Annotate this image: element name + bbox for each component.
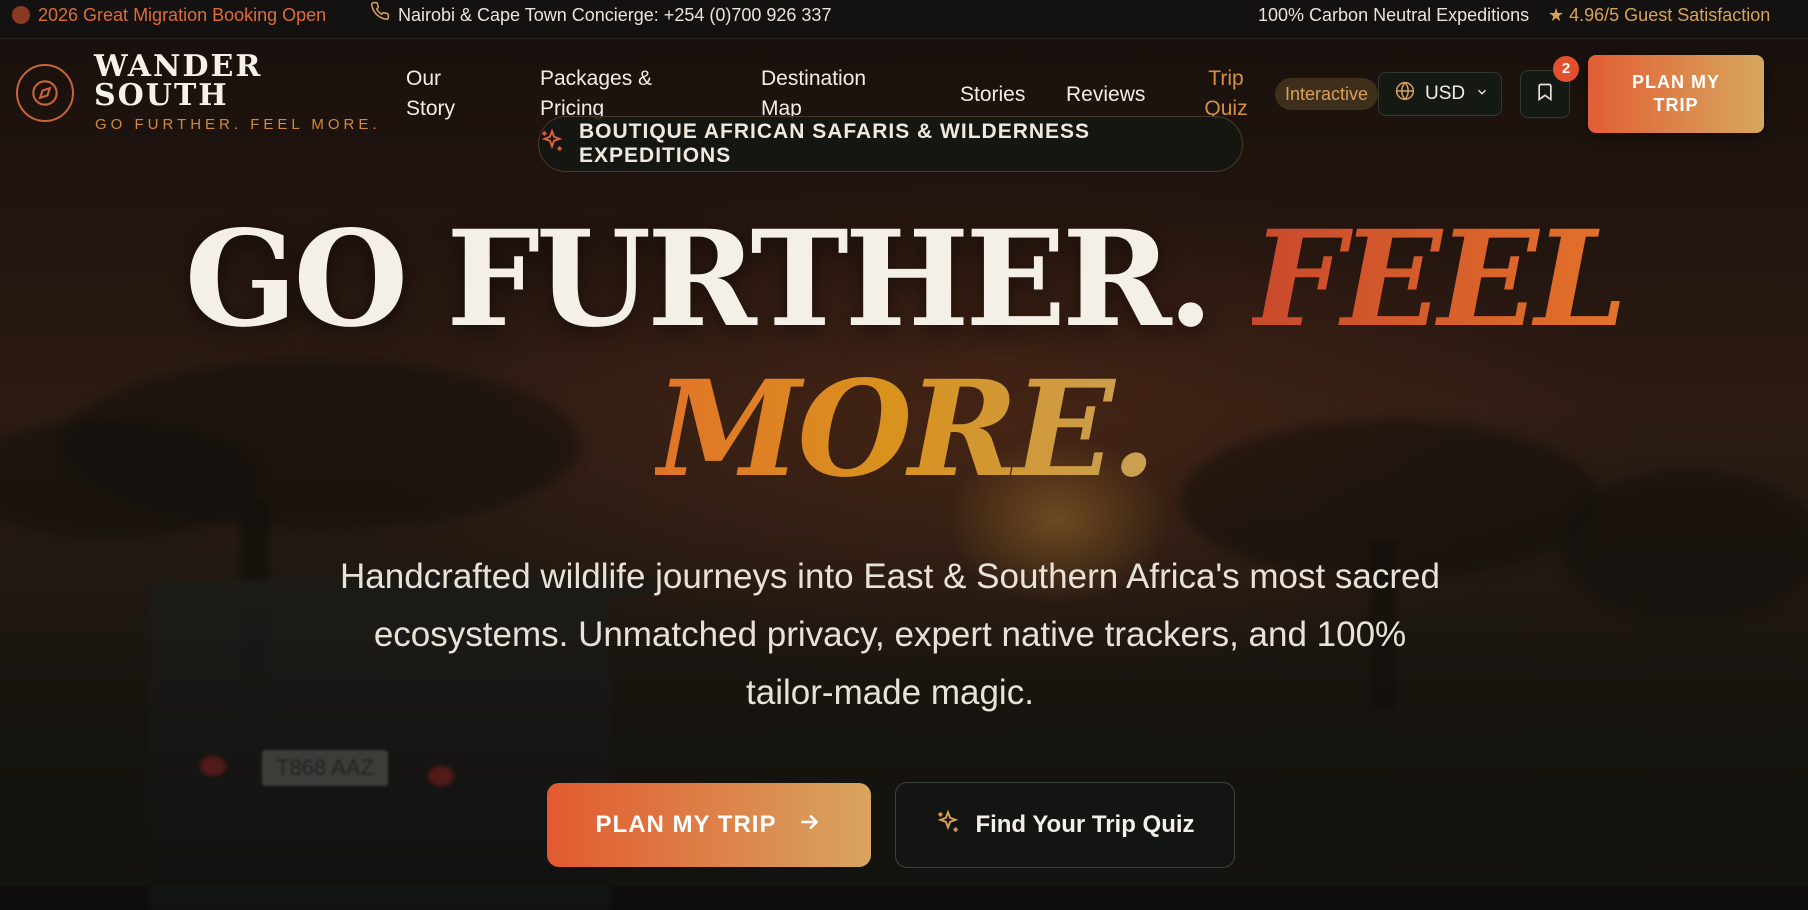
plan-my-trip-header-button[interactable]: PLAN MY TRIP bbox=[1588, 55, 1764, 133]
brand-tagline: GO FURTHER. FEEL MORE. bbox=[95, 116, 381, 133]
status-dot-icon bbox=[12, 6, 30, 24]
hero-eyebrow-pill: BOUTIQUE AFRICAN SAFARIS & WILDERNESS EX… bbox=[538, 116, 1243, 172]
saved-count-badge: 2 bbox=[1553, 56, 1579, 82]
plan-my-trip-header-label: PLAN MY TRIP bbox=[1632, 72, 1720, 115]
chevron-down-icon bbox=[1475, 83, 1489, 105]
bookmark-icon bbox=[1535, 81, 1555, 108]
headline-part-1: GO FURTHER. bbox=[184, 202, 1214, 357]
brand-name[interactable]: WANDER SOUTH bbox=[94, 52, 294, 111]
compass-icon[interactable] bbox=[16, 64, 74, 122]
sparkle-icon bbox=[539, 128, 565, 160]
nav-packages-pricing[interactable]: Packages & Pricing bbox=[540, 64, 680, 124]
hero-headline: GO FURTHER. FEEL MORE. bbox=[0, 205, 1808, 505]
guest-rating: ★ 4.96/5 Guest Satisfaction bbox=[1548, 0, 1770, 30]
arrow-right-icon bbox=[796, 809, 822, 842]
nav-stories[interactable]: Stories bbox=[960, 80, 1025, 110]
plan-my-trip-label: PLAN MY TRIP bbox=[595, 811, 777, 838]
find-trip-quiz-button[interactable]: Find Your Trip Quiz bbox=[895, 782, 1235, 868]
hero-eyebrow-text: BOUTIQUE AFRICAN SAFARIS & WILDERNESS EX… bbox=[579, 120, 1091, 167]
nav-our-story[interactable]: Our Story bbox=[406, 64, 486, 124]
sparkle-icon bbox=[935, 808, 961, 842]
concierge-phone[interactable]: Nairobi & Cape Town Concierge: +254 (0)7… bbox=[370, 0, 831, 30]
globe-icon bbox=[1395, 81, 1415, 107]
find-trip-quiz-label: Find Your Trip Quiz bbox=[975, 811, 1195, 838]
carbon-neutral-text: 100% Carbon Neutral Expeditions bbox=[1258, 5, 1530, 25]
announcement-bar: 2026 Great Migration Booking Open Nairob… bbox=[0, 0, 1808, 39]
booking-promo[interactable]: 2026 Great Migration Booking Open bbox=[12, 0, 326, 30]
phone-icon bbox=[370, 0, 390, 30]
nav-trip-quiz[interactable]: Trip Quiz bbox=[1196, 64, 1256, 124]
hero-subtitle: Handcrafted wildlife journeys into East … bbox=[340, 557, 1440, 712]
guest-rating-text: ★ 4.96/5 Guest Satisfaction bbox=[1548, 5, 1771, 25]
booking-promo-text: 2026 Great Migration Booking Open bbox=[38, 5, 327, 25]
plan-my-trip-button[interactable]: PLAN MY TRIP bbox=[547, 783, 871, 867]
nav-reviews[interactable]: Reviews bbox=[1066, 80, 1145, 110]
carbon-neutral-note: 100% Carbon Neutral Expeditions bbox=[1258, 0, 1529, 30]
currency-value: USD bbox=[1425, 83, 1466, 104]
concierge-text: Nairobi & Cape Town Concierge: +254 (0)7… bbox=[398, 5, 832, 25]
nav-destination-map[interactable]: Destination Map bbox=[761, 64, 901, 124]
interactive-badge: Interactive bbox=[1275, 78, 1379, 110]
currency-selector[interactable]: USD bbox=[1378, 72, 1502, 116]
